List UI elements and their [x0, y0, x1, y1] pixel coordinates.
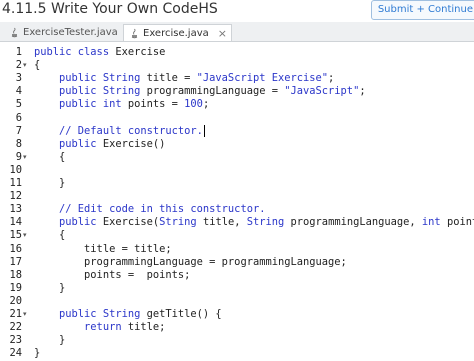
code-token: { [34, 150, 66, 163]
fold-toggle-icon[interactable]: ▾ [23, 228, 29, 243]
code-token: public String [34, 85, 147, 98]
code-token: String [159, 216, 203, 229]
code-token: programmingLanguage, [290, 216, 422, 229]
code-token: } [34, 281, 66, 294]
code-token: { [34, 229, 66, 242]
code-token: programmingLanguage = [146, 85, 285, 98]
tab-label: ExerciseTester.java [23, 27, 118, 38]
code-line[interactable]: public int points = 100; [34, 97, 209, 112]
code-token: int [421, 216, 447, 229]
code-token: 100 [184, 98, 203, 111]
tab-label: Exercise.java [143, 27, 209, 39]
code-token: "JavaScript Exercise" [196, 72, 329, 85]
text-cursor [203, 124, 205, 137]
code-token: Exercise [115, 46, 166, 58]
code-token: programmingLanguage = programmingLanguag… [34, 255, 347, 268]
code-token: public class [34, 46, 116, 58]
code-token: ; [202, 98, 210, 111]
code-token: } [34, 334, 66, 347]
code-token: ; [359, 85, 366, 98]
code-token: title = [146, 72, 197, 85]
code-token: points = [127, 98, 185, 111]
code-token: public int [34, 98, 128, 111]
code-token: points) [446, 216, 474, 229]
top-bar: 4.11.5 Write Your Own CodeHS Submit + Co… [0, 0, 474, 22]
code-token: } [34, 177, 66, 189]
code-token: public String [34, 308, 147, 320]
code-editor[interactable]: 1 2 ▾ 3 4 5 6 7 8 9 ▾ 10 11 12 13 14 15 ▾ 16 17 18 19 20 21 ▾ 22 2… [0, 42, 474, 359]
code-token: public String [34, 72, 147, 85]
code-token: getTitle() { [146, 308, 222, 320]
code-token: return [34, 321, 128, 334]
fold-toggle-icon[interactable]: ▾ [23, 150, 29, 165]
code-token: { [34, 59, 41, 72]
code-token: title, [202, 216, 247, 229]
code-token: } [34, 347, 41, 360]
page-title: 4.11.5 Write Your Own CodeHS [2, 1, 218, 17]
code-area[interactable]: public class Exercise{ public String tit… [34, 42, 474, 359]
code-line[interactable]: public class Exercise [34, 45, 165, 60]
code-token: public [34, 137, 103, 150]
tab-exercise-tester[interactable]: ExerciseTester.java × [4, 24, 140, 41]
code-line[interactable]: } [34, 281, 65, 296]
code-token: Exercise( [102, 216, 160, 229]
close-icon[interactable]: × [218, 28, 227, 39]
code-token: public [34, 216, 103, 229]
submit-continue-button[interactable]: Submit + Continue [370, 0, 474, 20]
java-file-icon [128, 27, 140, 39]
code-token: title; [127, 321, 166, 334]
fold-toggle-icon[interactable]: ▾ [23, 58, 29, 73]
java-file-icon [8, 27, 20, 39]
code-token: Exercise() [102, 137, 166, 150]
line-number-gutter: 1 2 ▾ 3 4 5 6 7 8 9 ▾ 10 11 12 13 14 15 ▾ 16 17 18 19 20 21 ▾ 22 2… [0, 42, 29, 359]
code-line[interactable]: { [34, 150, 65, 165]
file-tabs: ExerciseTester.java × Exercise.java × [0, 22, 474, 42]
code-token: points = points; [34, 268, 191, 281]
code-line[interactable]: } [34, 176, 65, 191]
code-token: ; [328, 72, 335, 85]
code-token: String [246, 216, 291, 229]
code-line[interactable]: public Exercise(String title, String pro… [34, 215, 474, 230]
code-token: // Default constructor. [34, 124, 203, 137]
code-token: "JavaScript" [284, 85, 360, 98]
tab-exercise[interactable]: Exercise.java × [123, 24, 232, 41]
fold-toggle-icon[interactable]: ▾ [23, 307, 29, 322]
code-token: // Edit code in this constructor. [34, 203, 266, 216]
code-token: title = title; [34, 242, 172, 255]
